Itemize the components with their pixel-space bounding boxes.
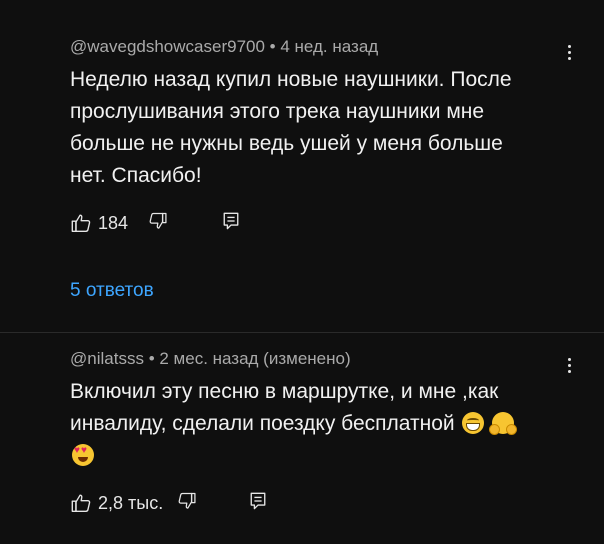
thumbs-down-icon bbox=[149, 212, 167, 229]
comment-author[interactable]: @wavegdshowcaser9700 bbox=[70, 37, 265, 56]
thumbs-up-icon bbox=[71, 214, 91, 232]
like-count: 184 bbox=[98, 212, 129, 233]
comment-text-line: больше не нужны ведь ушей у меня больше bbox=[70, 132, 503, 155]
comment-time[interactable]: 2 мес. назад (изменено) bbox=[159, 349, 350, 368]
reply-button[interactable] bbox=[249, 491, 267, 516]
hugging-face-emoji bbox=[489, 412, 518, 435]
view-replies-button[interactable]: 5 ответов bbox=[70, 279, 154, 303]
grinning-face-emoji bbox=[462, 412, 485, 434]
reply-icon bbox=[223, 212, 239, 229]
comment-text-line: инвалиду, сделали поездку бесплатной bbox=[70, 412, 455, 435]
comment-text-line-with-emoji: инвалиду, сделали поездку бесплатной bbox=[70, 408, 570, 440]
heart-eyes-emoji bbox=[72, 444, 94, 466]
like-button[interactable]: 2,8 тыс. bbox=[70, 492, 163, 514]
comment-actions: 184 bbox=[70, 209, 240, 237]
comment-meta: @wavegdshowcaser9700 • 4 нед. назад bbox=[70, 36, 570, 58]
like-count: 2,8 тыс. bbox=[98, 492, 164, 513]
comment-text-line: Неделю назад купил новые наушники. После bbox=[70, 68, 512, 91]
comment-divider bbox=[0, 332, 604, 333]
comment-text: Неделю назад купил новые наушники. После… bbox=[70, 64, 570, 192]
more-options-icon[interactable] bbox=[561, 40, 577, 64]
comment-meta: @nilatsss • 2 мес. назад (изменено) bbox=[70, 348, 570, 370]
comment-1: @wavegdshowcaser9700 • 4 нед. назад Неде… bbox=[70, 36, 570, 192]
meta-separator: • bbox=[148, 349, 155, 368]
comment-2: @nilatsss • 2 мес. назад (изменено) Вклю… bbox=[70, 348, 570, 472]
dislike-button[interactable] bbox=[148, 211, 168, 236]
comment-author[interactable]: @nilatsss bbox=[70, 349, 144, 368]
comment-time[interactable]: 4 нед. назад bbox=[280, 37, 378, 56]
comment-text-line: прослушивания этого трека наушники мне bbox=[70, 100, 485, 123]
reply-icon bbox=[250, 492, 266, 509]
like-button[interactable]: 184 bbox=[70, 212, 128, 234]
comment-text-line: Включил эту песню в маршрутке, и мне ,ка… bbox=[70, 380, 499, 403]
reply-button[interactable] bbox=[222, 211, 240, 236]
comment-actions: 2,8 тыс. bbox=[70, 489, 267, 517]
comment-text-line: нет. Спасибо! bbox=[70, 164, 202, 187]
thumbs-down-icon bbox=[178, 492, 196, 509]
thumbs-up-icon bbox=[71, 494, 91, 512]
meta-separator: • bbox=[269, 37, 276, 56]
more-options-icon[interactable] bbox=[561, 353, 577, 377]
comment-text: Включил эту песню в маршрутке, и мне ,ка… bbox=[70, 376, 570, 472]
comment-emoji-line bbox=[70, 440, 570, 472]
dislike-button[interactable] bbox=[177, 491, 197, 516]
